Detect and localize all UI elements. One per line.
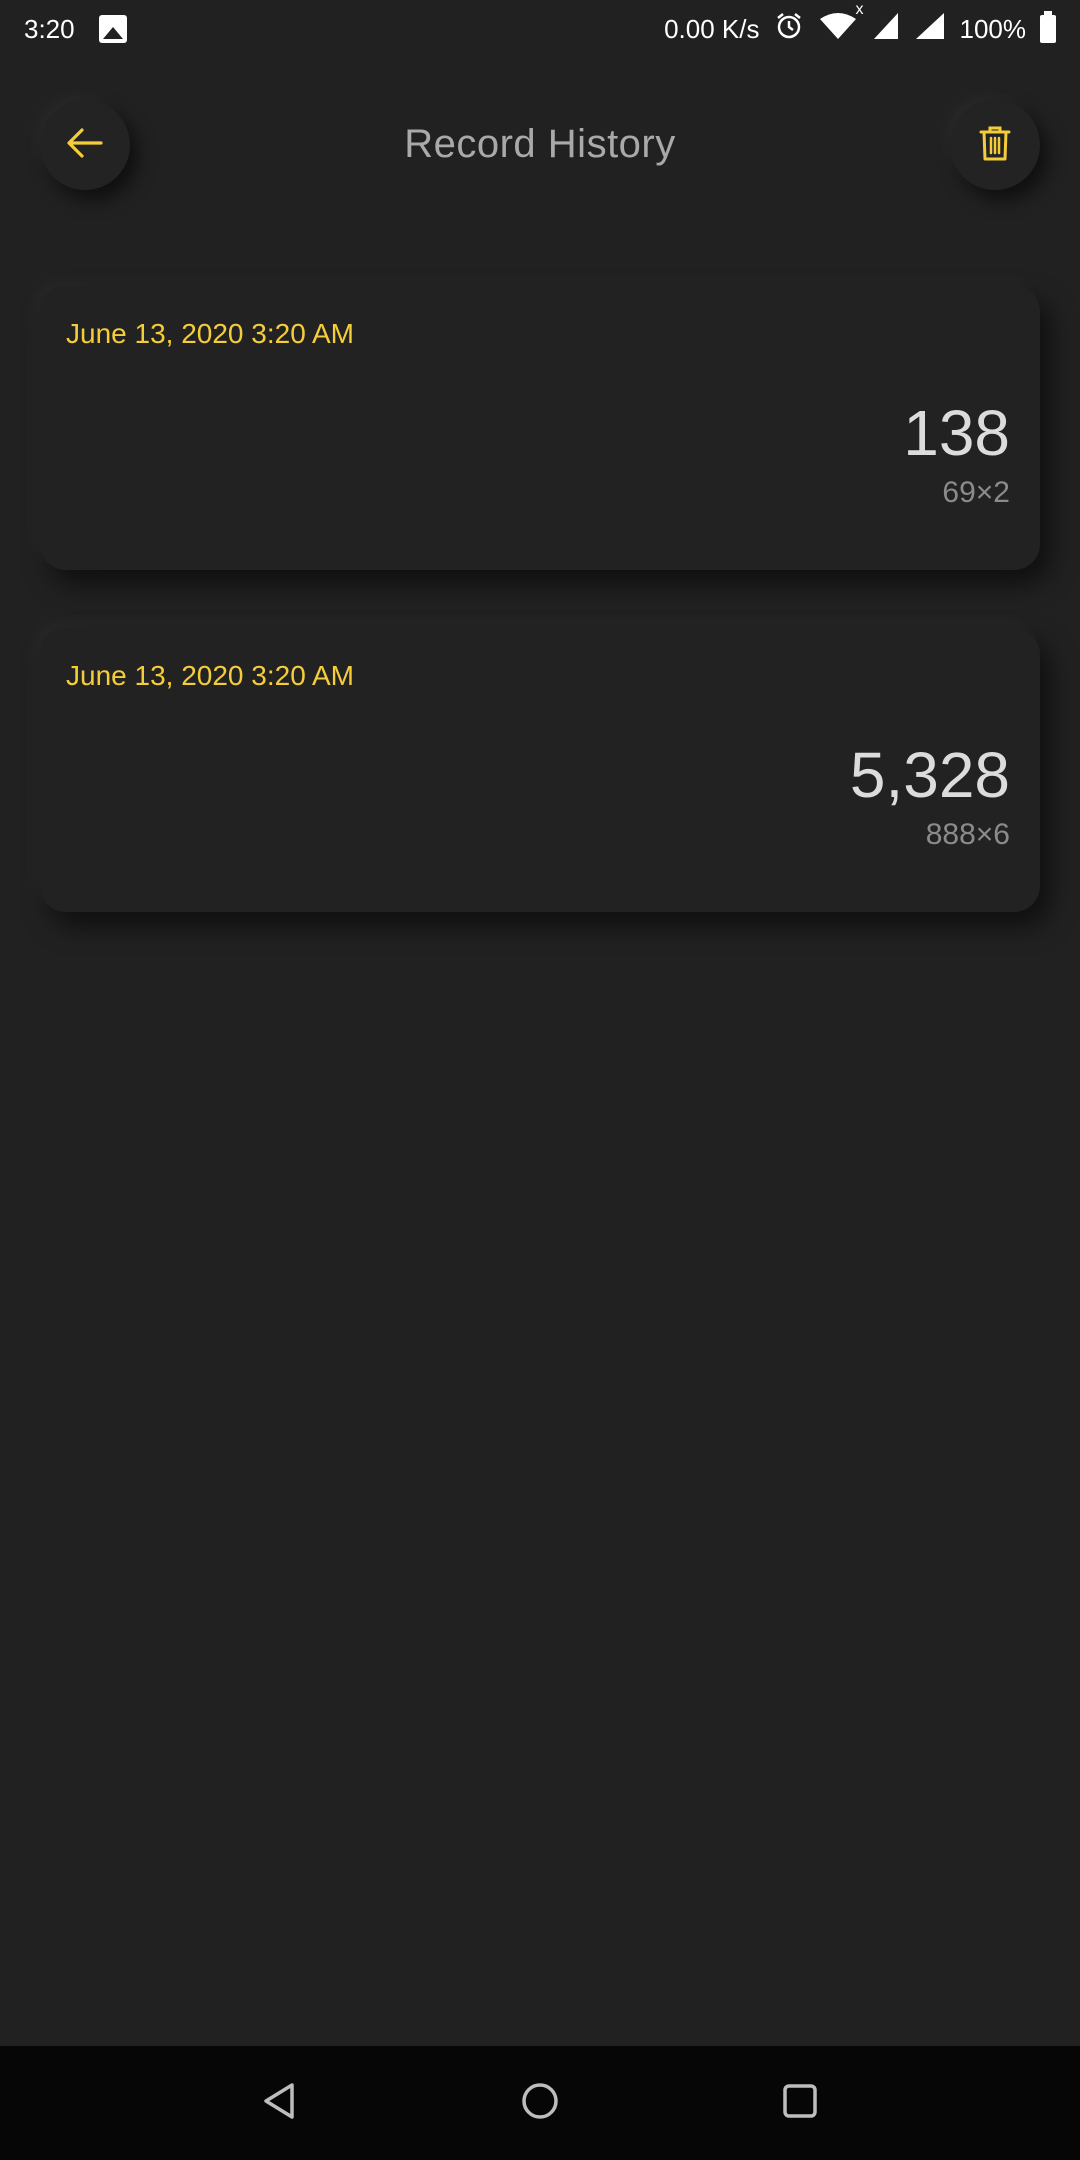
nav-home-button[interactable] [510, 2073, 570, 2133]
wifi-badge: x [855, 0, 864, 18]
status-left: 3:20 [24, 14, 127, 45]
alarm-icon [774, 11, 804, 48]
circle-home-icon [520, 2081, 560, 2126]
page-title: Record History [404, 122, 676, 166]
delete-history-button[interactable] [950, 100, 1040, 190]
triangle-back-icon [260, 2081, 300, 2126]
network-speed: 0.00 K/s [664, 13, 760, 44]
record-list: June 13, 2020 3:20 AM 138 69×2 June 13, … [40, 286, 1040, 970]
record-card[interactable]: June 13, 2020 3:20 AM 138 69×2 [40, 286, 1040, 570]
status-bar: 3:20 0.00 K/s x 100% [0, 0, 1080, 58]
status-right: 0.00 K/s x 100% [650, 1, 1056, 48]
record-expression: 69×2 [942, 476, 1010, 509]
record-result: 138 [903, 397, 1010, 469]
trash-icon [978, 124, 1012, 167]
app-header: Record History [0, 90, 1080, 200]
signal-icon-2 [914, 11, 946, 48]
record-history-screen: 3:20 0.00 K/s x 100% Record History June… [0, 0, 1080, 2160]
record-date: June 13, 2020 3:20 AM [66, 318, 354, 349]
nav-recents-button[interactable] [770, 2073, 830, 2133]
battery-icon [1040, 11, 1056, 43]
nav-back-button[interactable] [250, 2073, 310, 2133]
gallery-notification-icon [98, 15, 127, 43]
square-recents-icon [780, 2081, 820, 2126]
record-date: June 13, 2020 3:20 AM [66, 660, 354, 691]
status-time: 3:20 [24, 13, 75, 44]
battery-level: 100% [959, 13, 1027, 44]
system-nav-bar [0, 2046, 1080, 2160]
signal-icon-1 [872, 11, 900, 48]
record-expression: 888×6 [925, 818, 1010, 851]
record-card[interactable]: June 13, 2020 3:20 AM 5,328 888×6 [40, 628, 1040, 912]
wifi-icon: x [818, 1, 864, 48]
record-result: 5,328 [849, 739, 1010, 811]
